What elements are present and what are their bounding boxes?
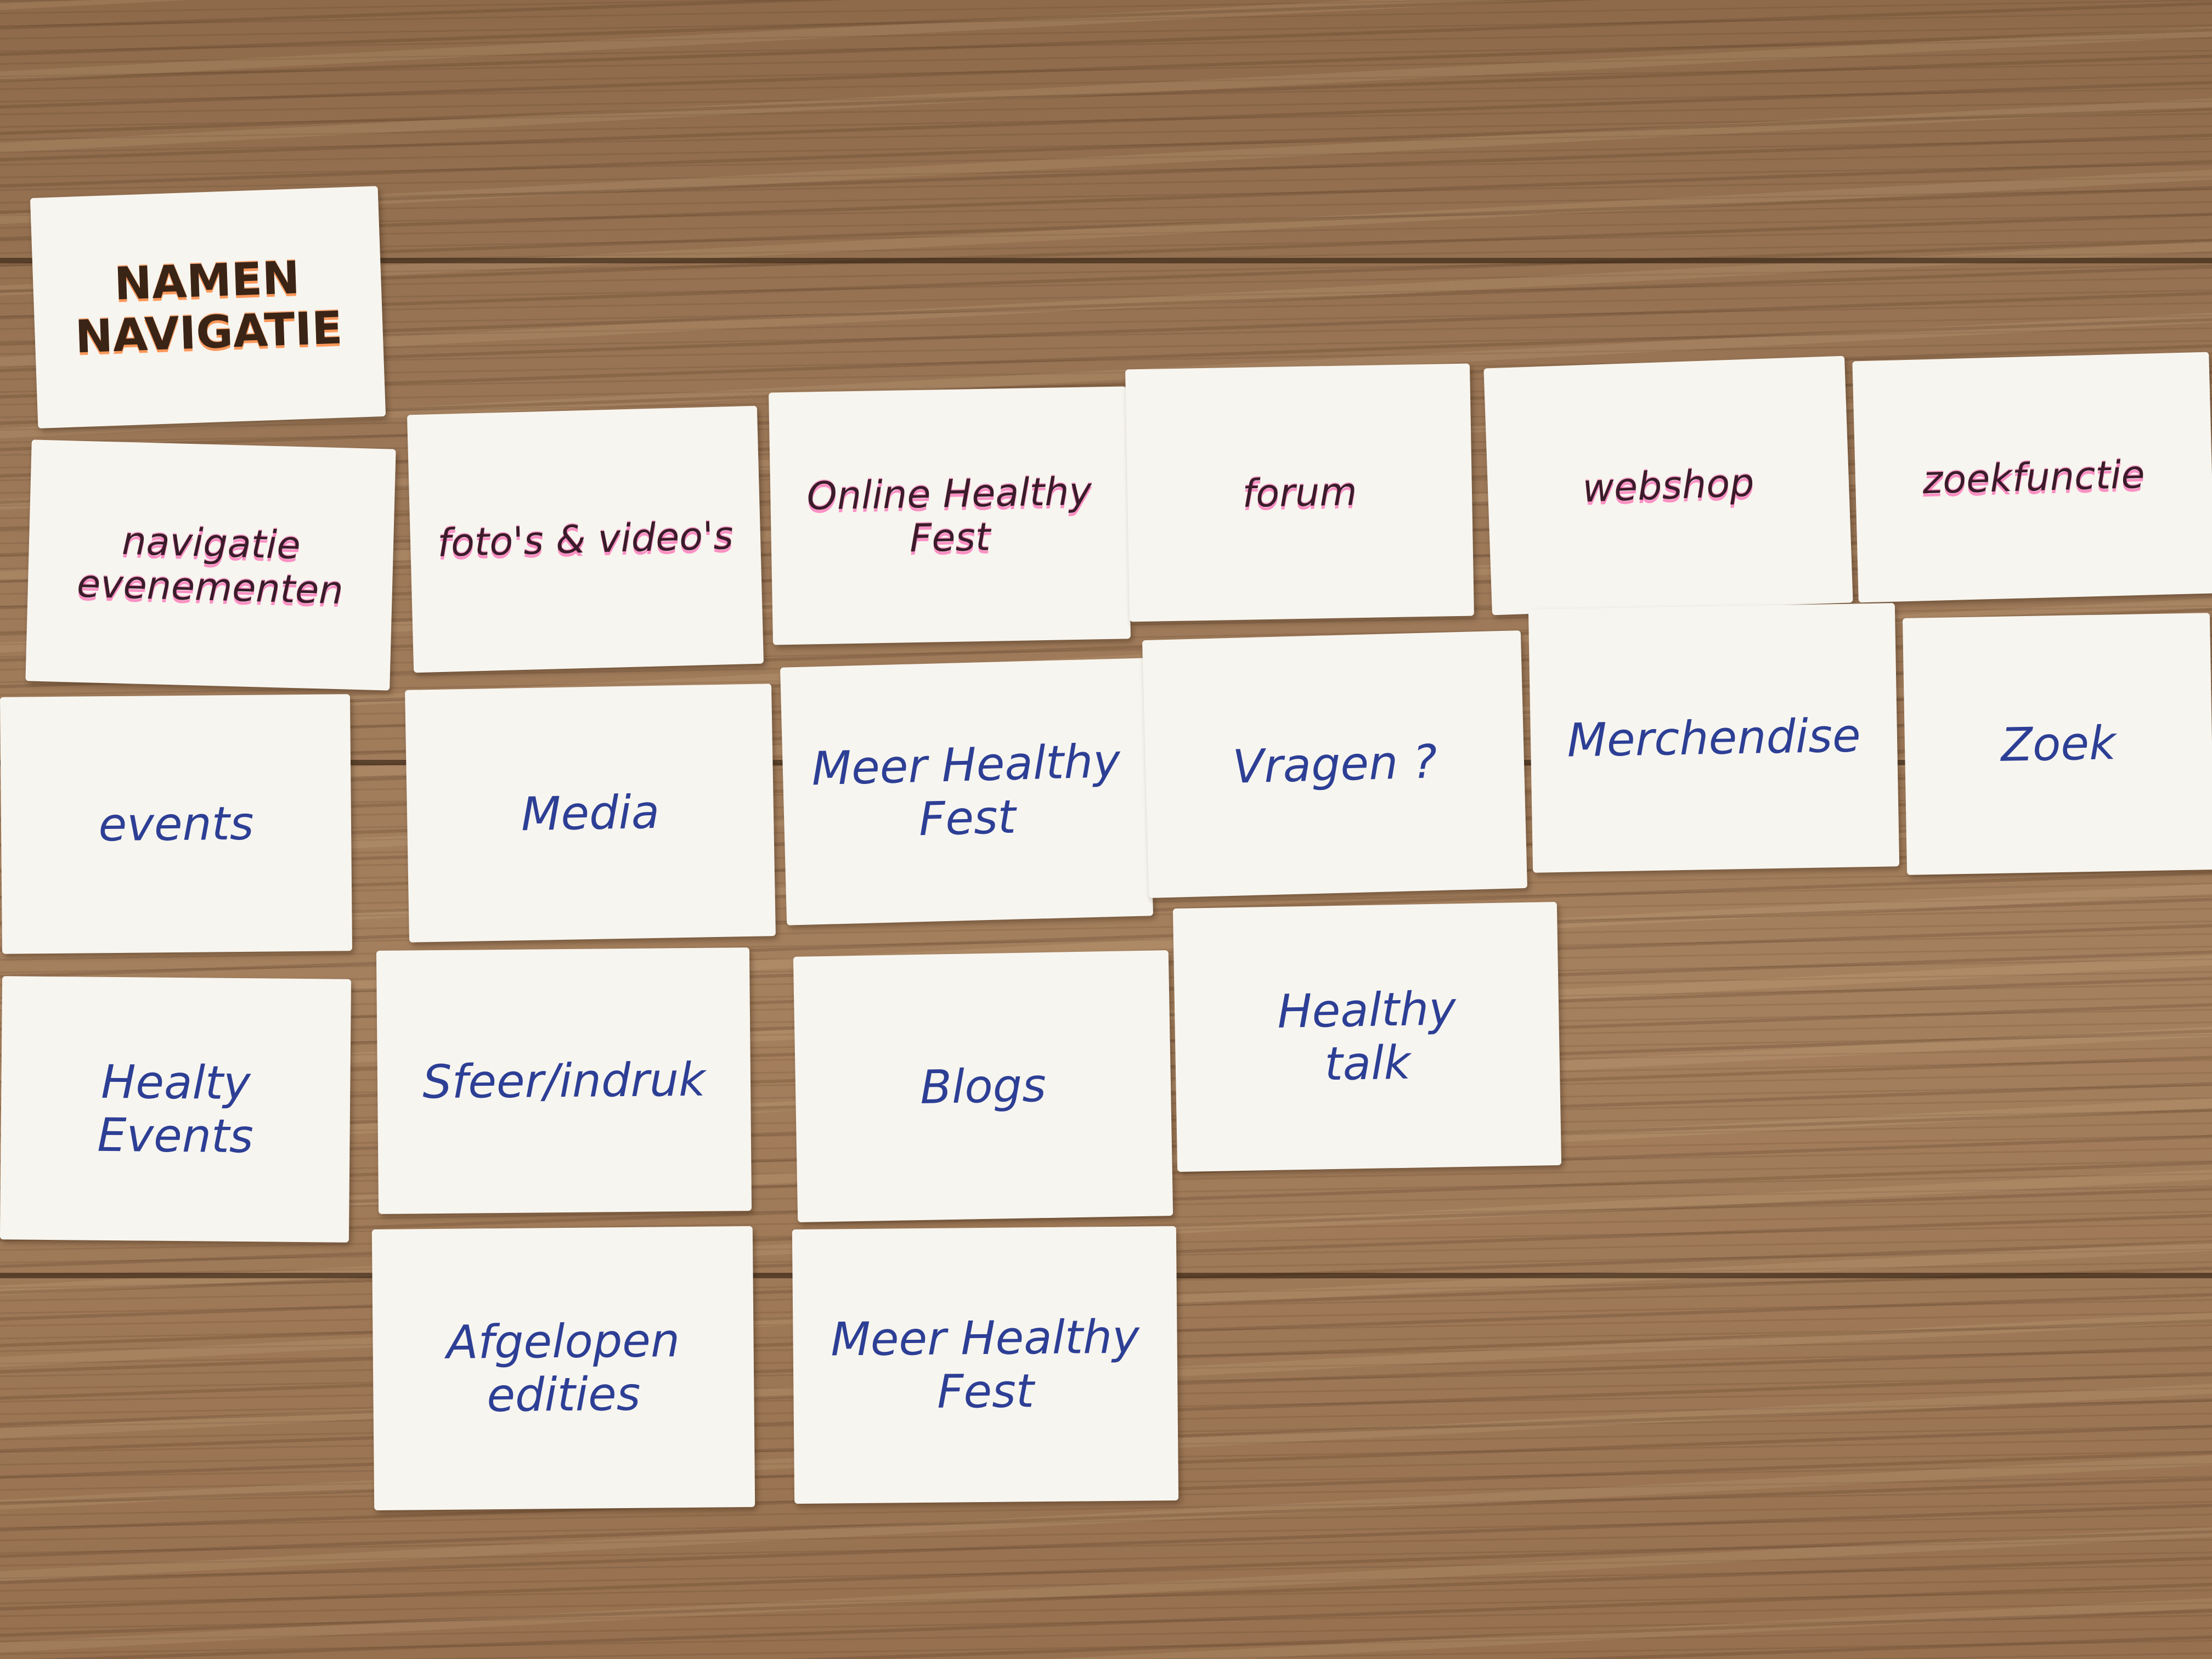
card-media: Media [405,684,776,943]
card-events: events [0,694,353,954]
card-label: Healthy talk [1277,981,1457,1091]
card-label: forum [1242,469,1358,516]
card-label: Afgelopen edities [446,1313,680,1423]
card-zoek: Zoek [1902,613,2212,875]
card-sfeer-indruk: Sfeer/indruk [376,947,752,1214]
card-label: Meer Healthy Fest [830,1310,1140,1419]
card-label: Meer Healthy Fest [811,734,1121,847]
card-webshop: webshop [1483,356,1853,616]
card-forum: forum [1125,363,1474,622]
card-label: Sfeer/indruk [422,1052,706,1109]
card-label: navigatie evenementen [76,518,344,613]
card-label: Online Healthy Fest [806,468,1092,561]
card-label: Media [521,785,660,841]
card-label: Healty Events [97,1055,254,1164]
card-label: zoekfunctie [1922,452,2146,503]
card-online-healthy-fest: Online Healthy Fest [769,386,1131,645]
card-namen-navigatie: NAMEN NAVIGATIE [30,186,386,428]
card-meer-healthy-fest: Meer Healthy Fest [780,658,1154,926]
card-label: events [98,796,254,851]
card-label: webshop [1582,460,1755,511]
card-label: Zoek [2000,715,2117,772]
card-meer-healthy-fest-2: Meer Healthy Fest [792,1226,1179,1504]
card-navigatie-evenementen: navigatie evenementen [25,439,396,691]
card-label: NAMEN NAVIGATIE [74,251,343,364]
card-label: foto's & video's [437,512,734,566]
card-healty-events: Healty Events [0,976,352,1243]
card-zoekfunctie: zoekfunctie [1852,352,2212,603]
card-vragen: Vragen ? [1142,630,1528,898]
card-label: Vragen ? [1232,734,1438,794]
card-healthy-talk: Healthy talk [1172,901,1562,1172]
card-afgelopen-edities: Afgelopen edities [371,1226,755,1511]
card-label: Blogs [919,1058,1047,1114]
card-blogs: Blogs [793,950,1173,1222]
card-fotos-videos: foto's & video's [407,405,764,673]
card-label: Merchendise [1566,708,1861,768]
card-merchendise: Merchendise [1528,603,1900,873]
